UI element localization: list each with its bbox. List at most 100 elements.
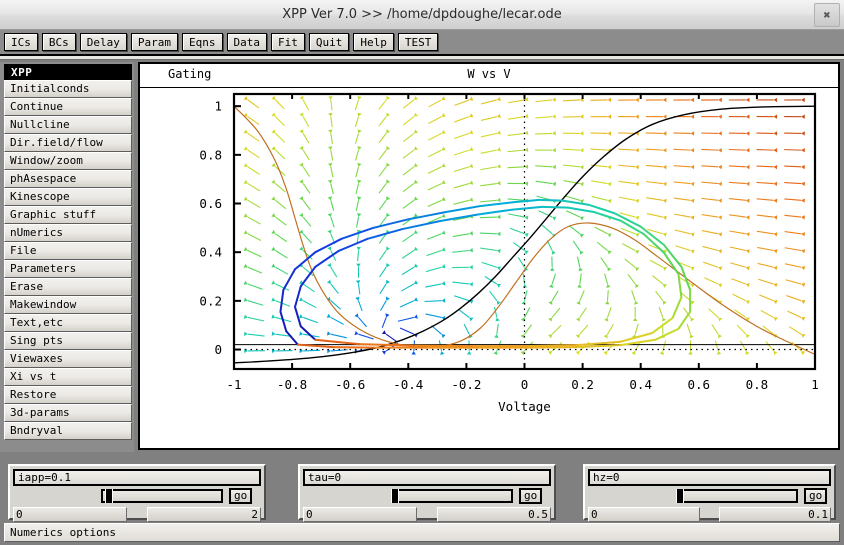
close-icon[interactable]: ✖ — [814, 3, 840, 27]
field-arrow — [427, 163, 446, 174]
sidebar-item-sing-pts[interactable]: Sing pts — [4, 332, 132, 350]
slider-min-hz[interactable]: 0 — [588, 507, 700, 522]
field-arrow — [618, 164, 639, 170]
field-arrow — [431, 325, 446, 339]
field-arrow — [426, 247, 446, 257]
slider-min-tau[interactable]: 0 — [303, 507, 418, 522]
slider-name-iapp[interactable]: iapp=0.1 — [13, 469, 261, 486]
menu-button-help[interactable]: Help — [353, 33, 394, 51]
field-arrow — [480, 96, 501, 105]
limit-cycle-trajectory-segment — [294, 251, 317, 271]
limit-cycle-trajectory-inner-segment — [366, 228, 404, 240]
limit-cycle-trajectory-segment — [680, 265, 692, 291]
sidebar-item-phasespace[interactable]: phAsespace — [4, 170, 132, 188]
field-arrow — [658, 306, 667, 322]
limit-cycle-trajectory-inner-segment — [671, 296, 683, 319]
slider-name-tau[interactable]: tau=0 — [303, 469, 551, 486]
field-arrow — [327, 263, 338, 278]
limit-cycle-trajectory-segment — [479, 201, 514, 207]
field-arrow — [494, 323, 499, 339]
field-arrow — [729, 246, 750, 254]
slider-go-button-iapp[interactable]: go — [229, 488, 253, 504]
sidebar-item-numerics[interactable]: nUmerics — [4, 224, 132, 242]
slider-handle-hz[interactable] — [676, 489, 684, 503]
field-arrow — [645, 97, 667, 103]
menu-button-quit[interactable]: Quit — [308, 33, 350, 51]
sidebar-item-text-etc[interactable]: Text,etc — [4, 314, 132, 332]
field-arrow — [378, 196, 391, 211]
field-arrow — [632, 306, 638, 322]
phase-plane-plot[interactable]: -1 -0.8 -0.6 -0.4 -0.2 0 0.2 0.4 0.6 0.8 1 0 0.2 0.4 0… — [140, 89, 838, 448]
field-arrow — [622, 243, 640, 255]
slider-max-hz[interactable]: 0.1 — [719, 507, 831, 522]
field-arrow — [624, 258, 640, 272]
plot-panel[interactable]: Gating W vs V -1 -0.8 -0.6 -0.4 -0.2 0 0.2 0.4 0… — [138, 62, 840, 450]
slider-track-hz[interactable] — [676, 489, 798, 503]
sidebar-item-bndryval[interactable]: Bndryval — [4, 422, 132, 440]
field-arrow — [243, 179, 261, 192]
field-arrow — [701, 148, 722, 153]
field-arrow — [704, 277, 723, 288]
slider-max-tau[interactable]: 0.5 — [436, 507, 551, 522]
field-arrow — [271, 95, 285, 110]
field-arrow — [299, 112, 310, 127]
menu-button-param[interactable]: Param — [130, 33, 178, 51]
sidebar-item-kinescope[interactable]: Kinescope — [4, 188, 132, 206]
field-arrow — [708, 308, 723, 322]
sidebar-item-initialconds[interactable]: Initialconds — [4, 80, 132, 98]
slider-name-hz[interactable]: hz=0 — [588, 469, 831, 486]
slider-track-tau[interactable] — [391, 489, 513, 503]
limit-cycle-trajectory-segment — [407, 211, 448, 221]
sidebar-item-makewindow[interactable]: Makewindow — [4, 296, 132, 314]
sidebar-item-graphic-stuff[interactable]: Graphic stuff — [4, 206, 132, 224]
sidebar-item-parameters[interactable]: Parameters — [4, 260, 132, 278]
sidebar-item-erase[interactable]: Erase — [4, 278, 132, 296]
field-arrow — [243, 263, 263, 274]
sidebar-item-restore[interactable]: Restore — [4, 386, 132, 404]
field-arrow — [507, 130, 529, 137]
sidebar-item-xi-vs-t[interactable]: Xi vs t — [4, 368, 132, 386]
field-arrow — [328, 96, 333, 111]
slider-handle-tau[interactable] — [391, 489, 399, 503]
field-arrow — [489, 290, 501, 305]
field-arrow — [701, 114, 722, 119]
field-arrow — [453, 146, 474, 156]
menu-button-fit[interactable]: Fit — [271, 33, 305, 51]
menu-button-data[interactable]: Data — [226, 33, 267, 51]
menu-button-eqns[interactable]: Eqns — [182, 33, 223, 51]
field-arrow — [760, 309, 778, 322]
menubar-divider — [0, 54, 844, 60]
field-arrow — [784, 263, 806, 271]
x-tick-label: -0.6 — [335, 377, 365, 392]
sidebar-item-nullcline[interactable]: Nullcline — [4, 116, 132, 134]
field-arrow — [453, 197, 474, 205]
menu-button-bcs[interactable]: BCs — [41, 33, 76, 51]
slider-min-iapp[interactable]: 0 — [13, 507, 128, 522]
field-arrow — [784, 198, 805, 203]
limit-cycle-trajectory-segment — [561, 199, 590, 206]
x-tick-label: 0.2 — [571, 377, 594, 392]
slider-go-button-tau[interactable]: go — [519, 488, 543, 504]
sidebar-item-3d-params[interactable]: 3d-params — [4, 404, 132, 422]
field-arrow — [480, 130, 501, 138]
field-arrow — [356, 213, 362, 228]
sidebar-item-file[interactable]: File — [4, 242, 132, 260]
sidebar-item-window-zoom[interactable]: Window/zoom — [4, 152, 132, 170]
menu-button-ics[interactable]: ICs — [4, 33, 38, 51]
field-arrow — [729, 230, 750, 237]
slider-handle-iapp[interactable] — [105, 489, 113, 503]
field-arrow — [402, 229, 419, 243]
y-tick-label: 0.2 — [199, 293, 222, 308]
field-arrow — [271, 112, 285, 127]
menu-button-test[interactable]: TEST — [397, 33, 439, 51]
menu-button-delay[interactable]: Delay — [79, 33, 127, 51]
slider-go-button-hz[interactable]: go — [804, 488, 828, 504]
sidebar-item-dir-field-flow[interactable]: Dir.field/flow — [4, 134, 132, 152]
slider-range-tau: 0 0.5 — [303, 507, 551, 523]
slider-track-iapp[interactable] — [101, 489, 223, 503]
field-arrow — [784, 114, 805, 119]
sidebar-item-continue[interactable]: Continue — [4, 98, 132, 116]
slider-max-iapp[interactable]: 2 — [146, 507, 261, 522]
field-arrow — [756, 164, 778, 170]
sidebar-item-viewaxes[interactable]: Viewaxes — [4, 350, 132, 368]
